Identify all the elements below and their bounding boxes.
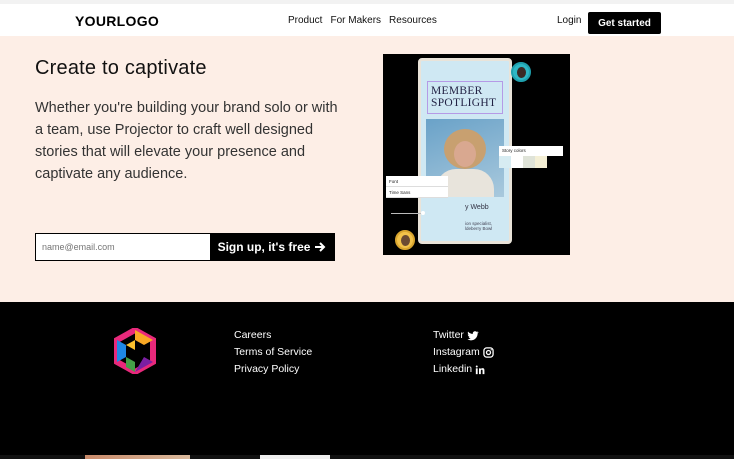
arrow-right-icon: [315, 242, 326, 252]
footer-terms-link[interactable]: Terms of Service: [234, 346, 312, 359]
member-caption: ion specialist, ldeberry Bowl: [465, 221, 493, 231]
site-logo[interactable]: YOURLOGO: [75, 13, 159, 29]
nav-product-link[interactable]: Product: [288, 15, 322, 26]
color-swatch: [511, 156, 523, 168]
signup-button-label: Sign up, it's free: [217, 240, 311, 254]
instagram-icon: [482, 347, 494, 358]
hero-description: Whether you're building your brand solo …: [35, 100, 338, 182]
instagram-link[interactable]: Instagram: [433, 346, 494, 359]
phone-mockup: MEMBER SPOTLIGHT y Webb ion specialist, …: [418, 58, 512, 244]
size-slider: [391, 211, 425, 215]
collaborator-avatar: [511, 62, 531, 82]
twitter-icon: [467, 330, 479, 340]
brand-logo-icon: [114, 328, 156, 374]
color-swatch: [535, 156, 547, 168]
instagram-label: Instagram: [433, 346, 480, 358]
signup-button[interactable]: Sign up, it's free: [210, 234, 334, 260]
hero-section: Create to captivate Whether you're build…: [0, 36, 734, 302]
signup-form: Sign up, it's free: [35, 233, 335, 261]
hero-title: Create to captivate: [35, 57, 207, 79]
nav-for-makers-link[interactable]: For Makers: [330, 15, 381, 26]
email-input[interactable]: [36, 234, 210, 260]
member-spotlight-heading: MEMBER SPOTLIGHT: [427, 81, 503, 114]
collaborator-avatar: [395, 230, 415, 250]
social-links: Twitter Instagram Linkedin: [433, 329, 494, 376]
get-started-button[interactable]: Get started: [588, 12, 661, 34]
footer: Careers Terms of Service Privacy Policy …: [0, 302, 734, 459]
twitter-link[interactable]: Twitter: [433, 329, 494, 342]
linkedin-link[interactable]: Linkedin: [433, 363, 494, 376]
color-swatch: [523, 156, 535, 168]
font-panel: Font Time Sans: [386, 176, 448, 198]
color-swatches: [499, 156, 547, 168]
footer-links: Careers Terms of Service Privacy Policy: [234, 329, 312, 376]
hero-illustration: MEMBER SPOTLIGHT y Webb ion specialist, …: [383, 54, 570, 255]
top-nav-bar: YOURLOGO Product For Makers Resources Lo…: [0, 0, 734, 36]
bottom-image-strip: [0, 455, 734, 459]
nav-resources-link[interactable]: Resources: [389, 15, 437, 26]
linkedin-label: Linkedin: [433, 363, 473, 375]
color-swatch: [499, 156, 511, 168]
twitter-label: Twitter: [433, 329, 464, 341]
footer-careers-link[interactable]: Careers: [234, 329, 312, 342]
font-panel-title: Font: [386, 176, 448, 187]
story-colors-label: Story colors: [499, 146, 563, 156]
font-panel-value: Time Sans: [386, 187, 448, 198]
main-nav: Product For Makers Resources: [288, 15, 437, 26]
login-link[interactable]: Login: [557, 15, 581, 26]
footer-privacy-link[interactable]: Privacy Policy: [234, 363, 312, 376]
member-name: y Webb: [465, 204, 489, 211]
linkedin-icon: [475, 365, 485, 374]
